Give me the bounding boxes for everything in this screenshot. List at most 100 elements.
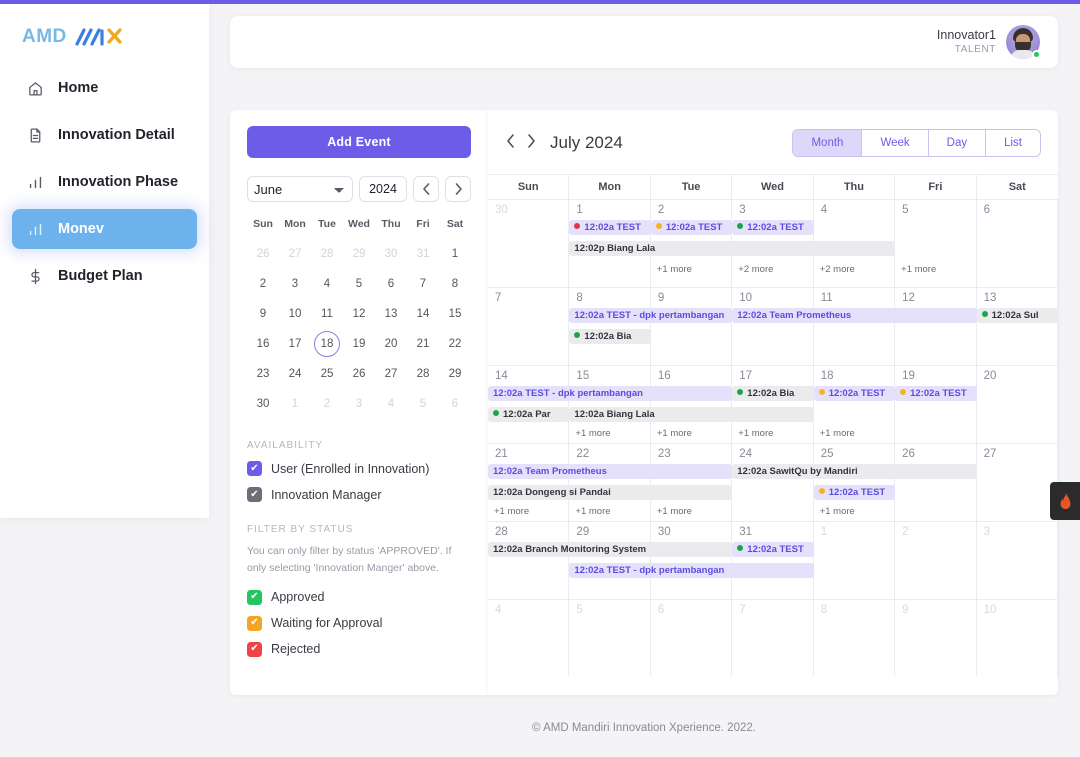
calendar-event[interactable]: 12:02a TEST	[813, 485, 896, 500]
calendar-event[interactable]: 12:02a SawitQu by Mandiri	[732, 464, 977, 479]
calendar-day-cell[interactable]: 24	[732, 444, 814, 521]
calendar-day-cell[interactable]: 2	[895, 522, 977, 599]
calendar-event[interactable]: 12:02a TEST - dpk pertambangan	[569, 563, 814, 578]
mini-calendar-day[interactable]: 9	[247, 300, 279, 328]
calendar-day-cell[interactable]: 30	[651, 522, 733, 599]
calendar-day-cell[interactable]: 30	[488, 200, 570, 287]
calendar-more-link[interactable]: +1 more	[657, 264, 692, 275]
calendar-event[interactable]: 12:02a Team Prometheus	[488, 464, 733, 479]
mini-calendar-day[interactable]: 23	[247, 360, 279, 388]
calendar-day-cell[interactable]: 10	[732, 288, 814, 365]
checkbox-icon[interactable]: ✔	[247, 487, 262, 502]
add-event-button[interactable]: Add Event	[247, 126, 471, 158]
calendar-day-cell[interactable]: 13	[977, 288, 1058, 365]
calendar-event[interactable]: 12:02a TEST - dpk pertambangan	[488, 386, 733, 401]
mini-calendar-day[interactable]: 24	[279, 360, 311, 388]
mini-calendar-day[interactable]: 26	[247, 240, 279, 268]
month-select[interactable]: JanuaryFebruaryMarchAprilMayJuneJulyAugu…	[247, 176, 353, 202]
mini-calendar-day[interactable]: 28	[407, 360, 439, 388]
calendar-day-cell[interactable]: 4	[488, 600, 570, 676]
calendar-more-link[interactable]: +1 more	[657, 506, 692, 517]
mini-calendar-day[interactable]: 5	[343, 270, 375, 298]
calendar-event[interactable]: 12:02a Branch Monitoring System	[488, 542, 733, 557]
sidebar-item-innovation-detail[interactable]: Innovation Detail	[12, 115, 197, 155]
mini-calendar-day[interactable]: 30	[375, 240, 407, 268]
calendar-more-link[interactable]: +2 more	[738, 264, 773, 275]
calendar-day-cell[interactable]: 6	[977, 200, 1058, 287]
calendar-day-cell[interactable]: 7	[488, 288, 570, 365]
calendar-prev-button[interactable]	[506, 134, 516, 152]
calendar-more-link[interactable]: +2 more	[820, 264, 855, 275]
calendar-day-cell[interactable]: 14	[488, 366, 570, 443]
calendar-day-cell[interactable]: 20	[977, 366, 1058, 443]
mini-calendar-day[interactable]: 10	[279, 300, 311, 328]
checkbox-icon[interactable]: ✔	[247, 615, 262, 631]
calendar-day-cell[interactable]: 26	[895, 444, 977, 521]
calendar-more-link[interactable]: +1 more	[575, 506, 610, 517]
calendar-event[interactable]: 12:02a Team Prometheus	[732, 308, 977, 323]
calendar-day-cell[interactable]: 19	[895, 366, 977, 443]
calendar-event[interactable]: 12:02a TEST	[732, 542, 814, 557]
mini-calendar-day-selected[interactable]: 18	[311, 330, 343, 358]
calendar-view-list[interactable]: List	[986, 130, 1040, 156]
calendar-more-link[interactable]: +1 more	[575, 428, 610, 439]
mini-calendar-day[interactable]: 4	[311, 270, 343, 298]
mini-calendar-day[interactable]: 29	[439, 360, 471, 388]
mini-calendar-day[interactable]: 28	[311, 240, 343, 268]
calendar-event[interactable]: 12:02p Biang Lala	[569, 241, 896, 256]
calendar-day-cell[interactable]: 5	[569, 600, 651, 676]
calendar-day-cell[interactable]: 6	[651, 600, 733, 676]
mini-calendar-day[interactable]: 25	[311, 360, 343, 388]
calendar-view-day[interactable]: Day	[928, 130, 987, 156]
mini-calendar-day[interactable]: 4	[375, 390, 407, 418]
calendar-more-link[interactable]: +1 more	[820, 506, 855, 517]
calendar-event[interactable]: 12:02a Bia	[569, 329, 651, 344]
mini-calendar-day[interactable]: 5	[407, 390, 439, 418]
calendar-view-week[interactable]: Week	[862, 130, 929, 156]
calendar-event[interactable]: 12:02a TEST	[813, 386, 896, 401]
calendar-day-cell[interactable]: 8	[814, 600, 896, 676]
calendar-day-cell[interactable]: 9	[895, 600, 977, 676]
sidebar-item-monev[interactable]: Monev	[12, 209, 197, 249]
filter-checkbox-2[interactable]: ✔ Rejected	[247, 641, 471, 657]
sidebar-item-home[interactable]: Home	[12, 68, 197, 108]
calendar-day-cell[interactable]: 10	[977, 600, 1058, 676]
filter-checkbox-0[interactable]: ✔ Approved	[247, 589, 471, 605]
calendar-event[interactable]: 12:02a TEST	[650, 220, 733, 235]
mini-calendar-day[interactable]: 1	[279, 390, 311, 418]
calendar-day-cell[interactable]: 28	[488, 522, 570, 599]
mini-calendar-day[interactable]: 2	[247, 270, 279, 298]
mini-calendar-day[interactable]: 30	[247, 390, 279, 418]
mini-calendar-day[interactable]: 3	[279, 270, 311, 298]
mini-calendar-prev-button[interactable]	[413, 176, 439, 202]
mini-calendar-day[interactable]: 21	[407, 330, 439, 358]
calendar-day-cell[interactable]: 27	[977, 444, 1058, 521]
calendar-day-cell[interactable]: 31	[732, 522, 814, 599]
calendar-day-cell[interactable]: 9	[651, 288, 733, 365]
filter-checkbox-1[interactable]: ✔ Waiting for Approval	[247, 615, 471, 631]
mini-calendar-next-button[interactable]	[445, 176, 471, 202]
calendar-event[interactable]: 12:02a Sul	[976, 308, 1058, 323]
calendar-day-cell[interactable]: 11	[814, 288, 896, 365]
mini-calendar-day[interactable]: 16	[247, 330, 279, 358]
mini-calendar-day[interactable]: 3	[343, 390, 375, 418]
mini-calendar-day[interactable]: 8	[439, 270, 471, 298]
user-profile[interactable]: Innovator1 TALENT	[937, 25, 1041, 59]
calendar-more-link[interactable]: +1 more	[738, 428, 773, 439]
mini-calendar-day[interactable]: 11	[311, 300, 343, 328]
sidebar-item-innovation-phase[interactable]: Innovation Phase	[12, 162, 197, 202]
mini-calendar-day[interactable]: 13	[375, 300, 407, 328]
flame-tab-button[interactable]	[1050, 482, 1080, 520]
calendar-day-cell[interactable]: 7	[732, 600, 814, 676]
calendar-event[interactable]: 12:02a TEST	[895, 386, 977, 401]
calendar-day-cell[interactable]: 12	[895, 288, 977, 365]
mini-calendar-day[interactable]: 1	[439, 240, 471, 268]
mini-calendar-day[interactable]: 20	[375, 330, 407, 358]
checkbox-icon[interactable]: ✔	[247, 461, 262, 476]
calendar-event[interactable]: 12:02a TEST - dpk pertambangan	[569, 308, 733, 323]
calendar-more-link[interactable]: +1 more	[901, 264, 936, 275]
mini-calendar-day[interactable]: 12	[343, 300, 375, 328]
calendar-more-link[interactable]: +1 more	[820, 428, 855, 439]
mini-calendar-day[interactable]: 6	[439, 390, 471, 418]
mini-calendar-day[interactable]: 31	[407, 240, 439, 268]
